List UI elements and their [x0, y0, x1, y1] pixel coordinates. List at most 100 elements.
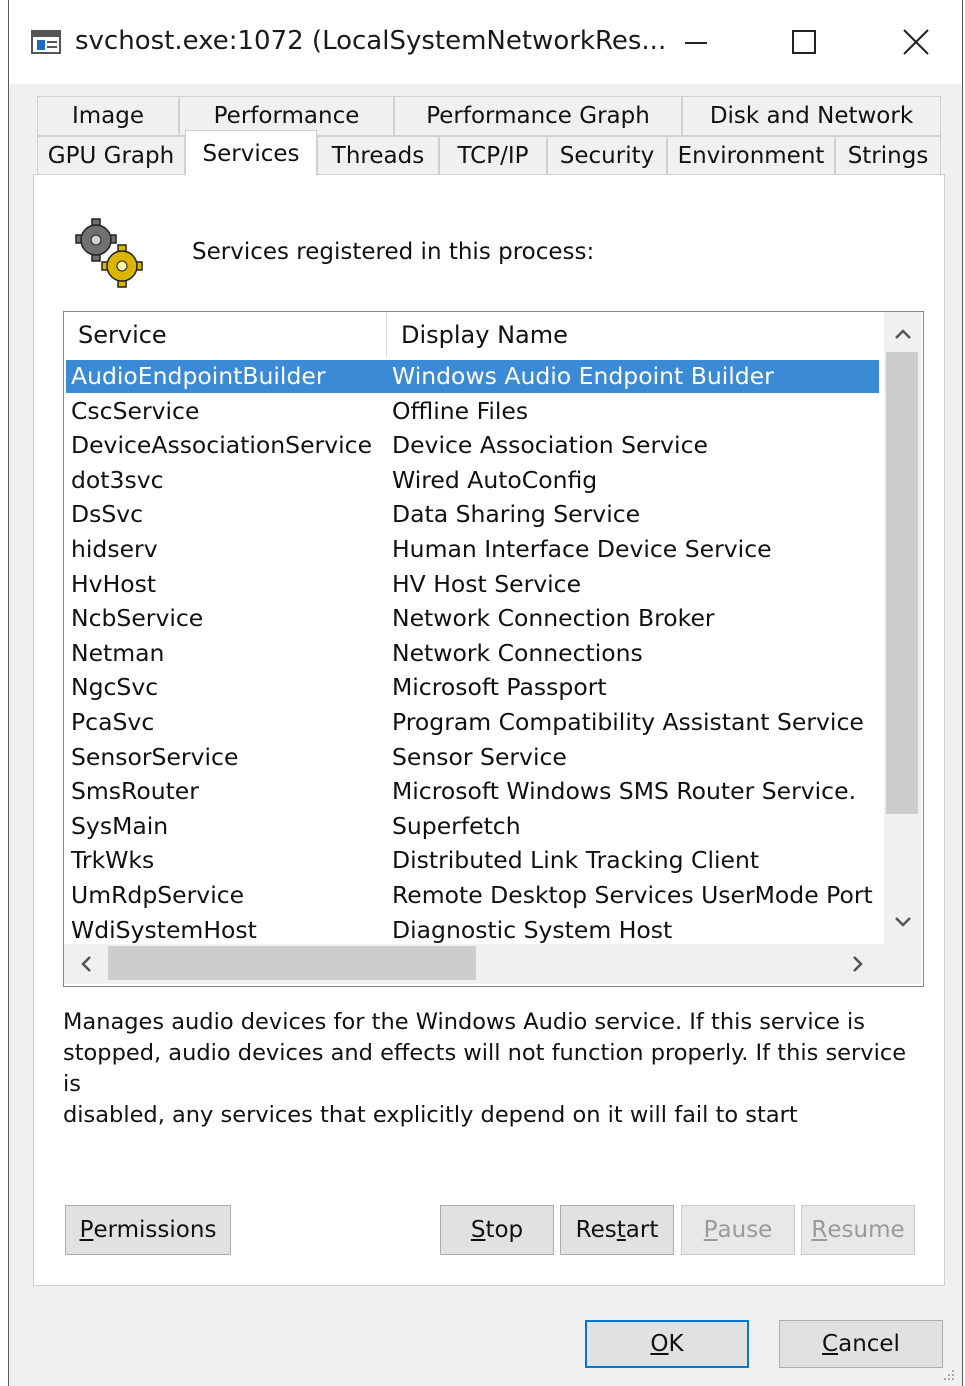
minimize-icon: [685, 42, 707, 44]
pause-access-key: P: [703, 1217, 718, 1243]
service-name-cell: SensorService: [71, 742, 239, 771]
display-name-cell: Sensor Service: [392, 742, 567, 771]
tab-strip: Image Performance Performance Graph Disk…: [33, 92, 943, 182]
list-item[interactable]: SensorService Sensor Service: [66, 741, 879, 774]
minimize-button[interactable]: [669, 18, 729, 68]
pause-button[interactable]: Pause: [681, 1205, 795, 1255]
service-name-cell: DeviceAssociationService: [71, 431, 373, 460]
list-item[interactable]: PcaSvc Program Compatibility Assistant Se…: [66, 706, 879, 739]
display-name-cell: Diagnostic System Host: [392, 915, 673, 944]
properties-window: svchost.exe:1072 (LocalSystemNetworkRes.…: [8, 0, 963, 1386]
restart-label-post: art: [625, 1217, 659, 1243]
maximize-button[interactable]: [774, 18, 834, 68]
horizontal-scroll-thumb[interactable]: [108, 946, 476, 980]
tab-disk-and-network[interactable]: Disk and Network: [682, 96, 941, 136]
services-list[interactable]: Service Display Name AudioEndpointBuilde…: [63, 311, 924, 987]
cancel-access-key: C: [822, 1331, 839, 1357]
scroll-up-icon[interactable]: [885, 316, 921, 352]
scroll-right-icon[interactable]: [840, 946, 876, 982]
display-name-cell: Data Sharing Service: [392, 500, 641, 529]
service-name-cell: AudioEndpointBuilder: [71, 362, 326, 390]
restart-button[interactable]: Res t art: [560, 1205, 674, 1255]
list-header: Service Display Name: [64, 312, 884, 358]
tab-image[interactable]: Image: [37, 96, 179, 136]
resume-label-post: esume: [827, 1217, 905, 1243]
service-name-cell: Netman: [71, 638, 165, 667]
list-item[interactable]: UmRdpService Remote Desktop Services User…: [66, 879, 879, 912]
display-name-cell: Network Connections: [392, 638, 643, 667]
list-item[interactable]: SysMain Superfetch: [66, 810, 879, 843]
stop-button[interactable]: Stop: [440, 1205, 554, 1255]
tab-tcpip[interactable]: TCP/IP: [439, 136, 547, 176]
list-item[interactable]: SmsRouter Microsoft Windows SMS Router Se…: [66, 775, 879, 808]
service-name-cell: HvHost: [71, 569, 157, 598]
resume-button[interactable]: Resume: [801, 1205, 915, 1255]
scroll-down-icon[interactable]: [885, 904, 921, 940]
ok-access-key: O: [650, 1331, 669, 1357]
tab-strings[interactable]: Strings: [835, 136, 941, 176]
list-item[interactable]: Netman Network Connections: [66, 637, 879, 670]
maximize-icon: [792, 30, 816, 54]
list-item[interactable]: AudioEndpointBuilder Windows Audio Endpoi…: [66, 360, 879, 393]
ok-button[interactable]: OK: [585, 1320, 749, 1368]
cancel-label-post: ancel: [838, 1331, 900, 1357]
tab-performance-graph[interactable]: Performance Graph: [394, 96, 682, 136]
horizontal-scrollbar[interactable]: [64, 944, 884, 984]
display-name-cell: Microsoft Passport: [392, 673, 607, 702]
list-item[interactable]: NgcSvc Microsoft Passport: [66, 671, 879, 704]
tab-threads[interactable]: Threads: [317, 136, 439, 176]
list-item[interactable]: hidserv Human Interface Device Service: [66, 533, 879, 566]
display-name-cell: Offline Files: [392, 396, 529, 425]
tab-environment[interactable]: Environment: [667, 136, 835, 176]
scroll-corner: [884, 944, 922, 984]
service-name-cell: SmsRouter: [71, 777, 199, 806]
display-name-cell: Microsoft Windows SMS Router Service.: [392, 777, 857, 806]
scroll-left-icon[interactable]: [68, 946, 104, 982]
title-bar[interactable]: svchost.exe:1072 (LocalSystemNetworkRes.…: [9, 0, 962, 84]
list-item[interactable]: WdiSystemHost Diagnostic System Host: [66, 914, 879, 944]
list-item[interactable]: HvHost HV Host Service: [66, 568, 879, 601]
services-gears-icon: [75, 218, 143, 288]
cancel-button[interactable]: Cancel: [779, 1320, 943, 1368]
tab-services[interactable]: Services: [185, 130, 317, 176]
list-body: AudioEndpointBuilder Windows Audio Endpoi…: [64, 360, 881, 944]
tab-gpu-graph[interactable]: GPU Graph: [37, 136, 185, 176]
list-item[interactable]: CscService Offline Files: [66, 395, 879, 428]
service-description: Manages audio devices for the Windows Au…: [63, 1009, 907, 1128]
display-name-cell: Device Association Service: [392, 431, 708, 460]
display-name-cell: Remote Desktop Services UserMode Port: [392, 881, 873, 909]
close-icon: [903, 29, 929, 55]
resume-access-key: R: [811, 1217, 828, 1243]
column-header-service[interactable]: Service: [64, 312, 387, 358]
list-item[interactable]: DsSvc Data Sharing Service: [66, 498, 879, 531]
service-name-cell: TrkWks: [71, 846, 155, 875]
service-name-cell: WdiSystemHost: [71, 915, 257, 944]
services-caption: Services registered in this process:: [192, 239, 595, 265]
service-name-cell: hidserv: [71, 535, 158, 563]
service-name-cell: NcbService: [71, 604, 204, 633]
stop-label-post: top: [485, 1217, 524, 1243]
service-name-cell: CscService: [71, 396, 200, 425]
resize-grip-icon[interactable]: [942, 1368, 956, 1382]
service-name-cell: NgcSvc: [71, 673, 159, 702]
close-button[interactable]: [887, 18, 947, 68]
vertical-scroll-thumb[interactable]: [886, 352, 918, 814]
app-window-icon: [31, 30, 61, 54]
window-title: svchost.exe:1072 (LocalSystemNetworkRes.…: [75, 26, 667, 56]
restart-access-key: t: [616, 1217, 626, 1243]
display-name-cell: Windows Audio Endpoint Builder: [392, 362, 774, 390]
column-header-display-name[interactable]: Display Name: [387, 312, 884, 358]
display-name-cell: Human Interface Device Service: [392, 535, 772, 563]
permissions-button[interactable]: Permissions: [65, 1205, 231, 1255]
list-item[interactable]: dot3svc Wired AutoConfig: [66, 464, 879, 497]
display-name-cell: Superfetch: [392, 811, 521, 840]
pause-label-post: ause: [717, 1217, 773, 1243]
tab-security[interactable]: Security: [547, 136, 667, 176]
display-name-cell: HV Host Service: [392, 569, 582, 598]
list-item[interactable]: DeviceAssociationService Device Associati…: [66, 429, 879, 462]
service-name-cell: PcaSvc: [71, 708, 155, 736]
service-name-cell: SysMain: [71, 811, 169, 840]
vertical-scrollbar[interactable]: [884, 312, 922, 944]
list-item[interactable]: NcbService Network Connection Broker: [66, 602, 879, 635]
list-item[interactable]: TrkWks Distributed Link Tracking Client: [66, 844, 879, 877]
